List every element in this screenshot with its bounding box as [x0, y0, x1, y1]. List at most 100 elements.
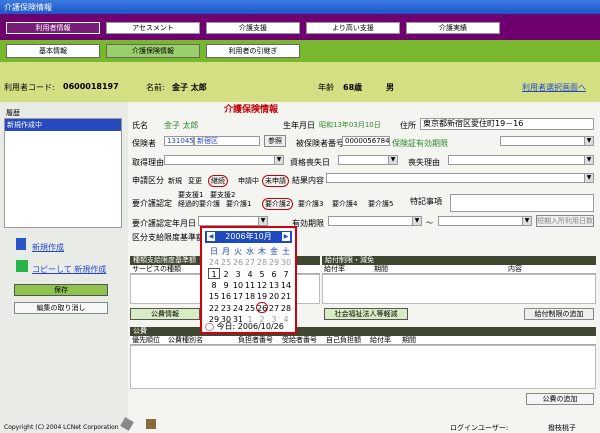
calendar-day[interactable]: 5	[256, 269, 268, 280]
chevron-down-icon[interactable]: ▼	[274, 156, 283, 164]
calendar-day[interactable]: 9	[220, 280, 232, 291]
care-opt-care5[interactable]: 要介護5	[368, 199, 393, 209]
tab-higher-support[interactable]: より高い支援	[306, 22, 400, 34]
special-notes-field[interactable]	[450, 194, 594, 212]
app-opt-not-applied[interactable]: 未申請	[262, 175, 289, 187]
prev-month-icon[interactable]: ◀	[207, 232, 215, 241]
app-opt-change[interactable]: 変更	[188, 176, 202, 186]
public-info-button[interactable]: 公費情報	[130, 308, 200, 320]
calendar-day[interactable]: 7	[280, 269, 292, 280]
care-opt-transitional[interactable]: 経過的要介護	[178, 199, 220, 209]
copy-icon[interactable]	[16, 260, 28, 272]
calendar-day[interactable]: 24	[208, 257, 220, 268]
add-benefit-limit-button[interactable]: 給付制限の追加	[524, 308, 594, 320]
calendar-day[interactable]: 3	[232, 269, 244, 280]
calendar-day[interactable]: 24	[232, 303, 244, 314]
calendar-day[interactable]: 14	[280, 280, 292, 291]
user-gender: 男	[386, 83, 394, 92]
tab-care-support[interactable]: 介護支援	[206, 22, 300, 34]
chevron-down-icon[interactable]: ▼	[522, 217, 531, 225]
calendar-day[interactable]: 4	[244, 269, 256, 280]
copy-create-link[interactable]: コピーして 新規作成	[32, 264, 106, 275]
acquisition-reason-select[interactable]: ▼	[164, 155, 284, 165]
new-doc-icon[interactable]	[16, 238, 26, 250]
calendar-day[interactable]: 17	[232, 291, 244, 302]
today-label[interactable]: ◯ 今日: 2006/10/26	[205, 321, 284, 332]
care-opt-care3[interactable]: 要介護3	[298, 199, 323, 209]
next-month-icon[interactable]: ▶	[282, 232, 290, 241]
app-opt-new[interactable]: 新規	[168, 176, 182, 186]
care-date-select[interactable]: ▼	[198, 216, 268, 226]
short-stay-days-button[interactable]: 短期入所利用日数	[536, 215, 594, 227]
save-button[interactable]: 保存	[14, 284, 108, 296]
tab-basic-info[interactable]: 基本情報	[6, 44, 100, 58]
care-opt-care1[interactable]: 要介護1	[226, 199, 251, 209]
address-field[interactable]: 東京都新宿区愛住町19－16	[420, 118, 594, 130]
valid-to-select[interactable]: ▼	[438, 216, 532, 226]
loss-reason-select[interactable]: ▼	[448, 155, 594, 165]
insurer-name-field[interactable]: 新宿区	[194, 136, 260, 146]
loss-date-select[interactable]: ▼	[338, 155, 398, 165]
calendar-day[interactable]: 28	[256, 257, 268, 268]
calendar-day[interactable]: 12	[256, 280, 268, 291]
books-icon[interactable]	[146, 419, 156, 429]
calendar-day[interactable]: 11	[244, 280, 256, 291]
new-create-link[interactable]: 新規作成	[32, 242, 64, 253]
cert-expiry-select[interactable]: ▼	[500, 136, 594, 146]
chevron-down-icon[interactable]: ▼	[584, 156, 593, 164]
calendar-day[interactable]: 26	[256, 302, 268, 313]
calendar-day[interactable]: 16	[220, 291, 232, 302]
calendar-day[interactable]: 29	[268, 257, 280, 268]
calendar-day[interactable]: 30	[280, 257, 292, 268]
calendar-day[interactable]: 20	[268, 291, 280, 302]
calendar-day[interactable]: 1	[208, 268, 220, 279]
calendar-day[interactable]: 19	[256, 291, 268, 302]
care-opt-care2[interactable]: 要介護2	[262, 198, 294, 210]
select-user-link[interactable]: 利用者選択画面へ	[522, 82, 586, 93]
calendar-day[interactable]: 10	[232, 280, 244, 291]
calendar-day[interactable]: 15	[208, 291, 220, 302]
chevron-down-icon[interactable]: ▼	[584, 137, 593, 145]
calendar-day[interactable]: 13	[268, 280, 280, 291]
chevron-down-icon[interactable]: ▼	[412, 217, 421, 225]
calendar-day[interactable]: 22	[208, 303, 220, 314]
user-code: 0600018197	[63, 82, 119, 91]
valid-from-select[interactable]: ▼	[328, 216, 422, 226]
today-circle-icon: ◯	[205, 322, 214, 331]
tab-insurance-info[interactable]: 介護保険情報	[106, 44, 200, 58]
insurer-code-field[interactable]: 131045	[164, 136, 194, 146]
cancel-edit-button[interactable]: 編集の取り消し	[14, 302, 108, 314]
history-list[interactable]: 新規作成中	[4, 118, 122, 228]
cert-expiry-label: 保険証有効期限	[392, 139, 448, 148]
chevron-down-icon[interactable]: ▼	[388, 156, 397, 164]
calendar-day[interactable]: 8	[208, 280, 220, 291]
calendar-day[interactable]: 18	[244, 291, 256, 302]
tab-user-info[interactable]: 利用者情報	[6, 22, 100, 34]
social-welfare-button[interactable]: 社会福祉法人等軽減	[324, 308, 408, 320]
insured-no-label: 被保険者番号	[296, 139, 344, 148]
tab-handover[interactable]: 利用者の引継ぎ	[206, 44, 300, 58]
chevron-down-icon[interactable]: ▼	[258, 217, 267, 225]
calendar-day[interactable]: 23	[220, 303, 232, 314]
calendar-day[interactable]: 26	[232, 257, 244, 268]
history-item[interactable]: 新規作成中	[5, 119, 121, 131]
result-select[interactable]: ▼	[326, 173, 594, 183]
app-opt-renew[interactable]: 継続	[208, 175, 228, 187]
tab-assessment[interactable]: アセスメント	[106, 22, 200, 34]
calendar-day[interactable]: 6	[268, 269, 280, 280]
calendar-day[interactable]: 27	[268, 303, 280, 314]
tab-care-record[interactable]: 介護実績	[406, 22, 500, 34]
chevron-down-icon[interactable]: ▼	[584, 174, 593, 182]
calendar-day[interactable]: 27	[244, 257, 256, 268]
app-opt-applying[interactable]: 申請中	[238, 176, 259, 186]
calendar-day[interactable]: 21	[280, 291, 292, 302]
calendar-day[interactable]: 25	[220, 257, 232, 268]
insured-no-field[interactable]: 0000056784	[342, 136, 390, 146]
care-opt-care4[interactable]: 要介護4	[332, 199, 357, 209]
calendar-day[interactable]: 25	[244, 303, 256, 314]
add-public-funding-button[interactable]: 公費の追加	[526, 393, 594, 405]
reference-button[interactable]: 参照	[264, 135, 286, 147]
calendar-day[interactable]: 2	[220, 269, 232, 280]
user-name-label: 名前:	[146, 83, 165, 92]
calendar-day[interactable]: 28	[280, 303, 292, 314]
